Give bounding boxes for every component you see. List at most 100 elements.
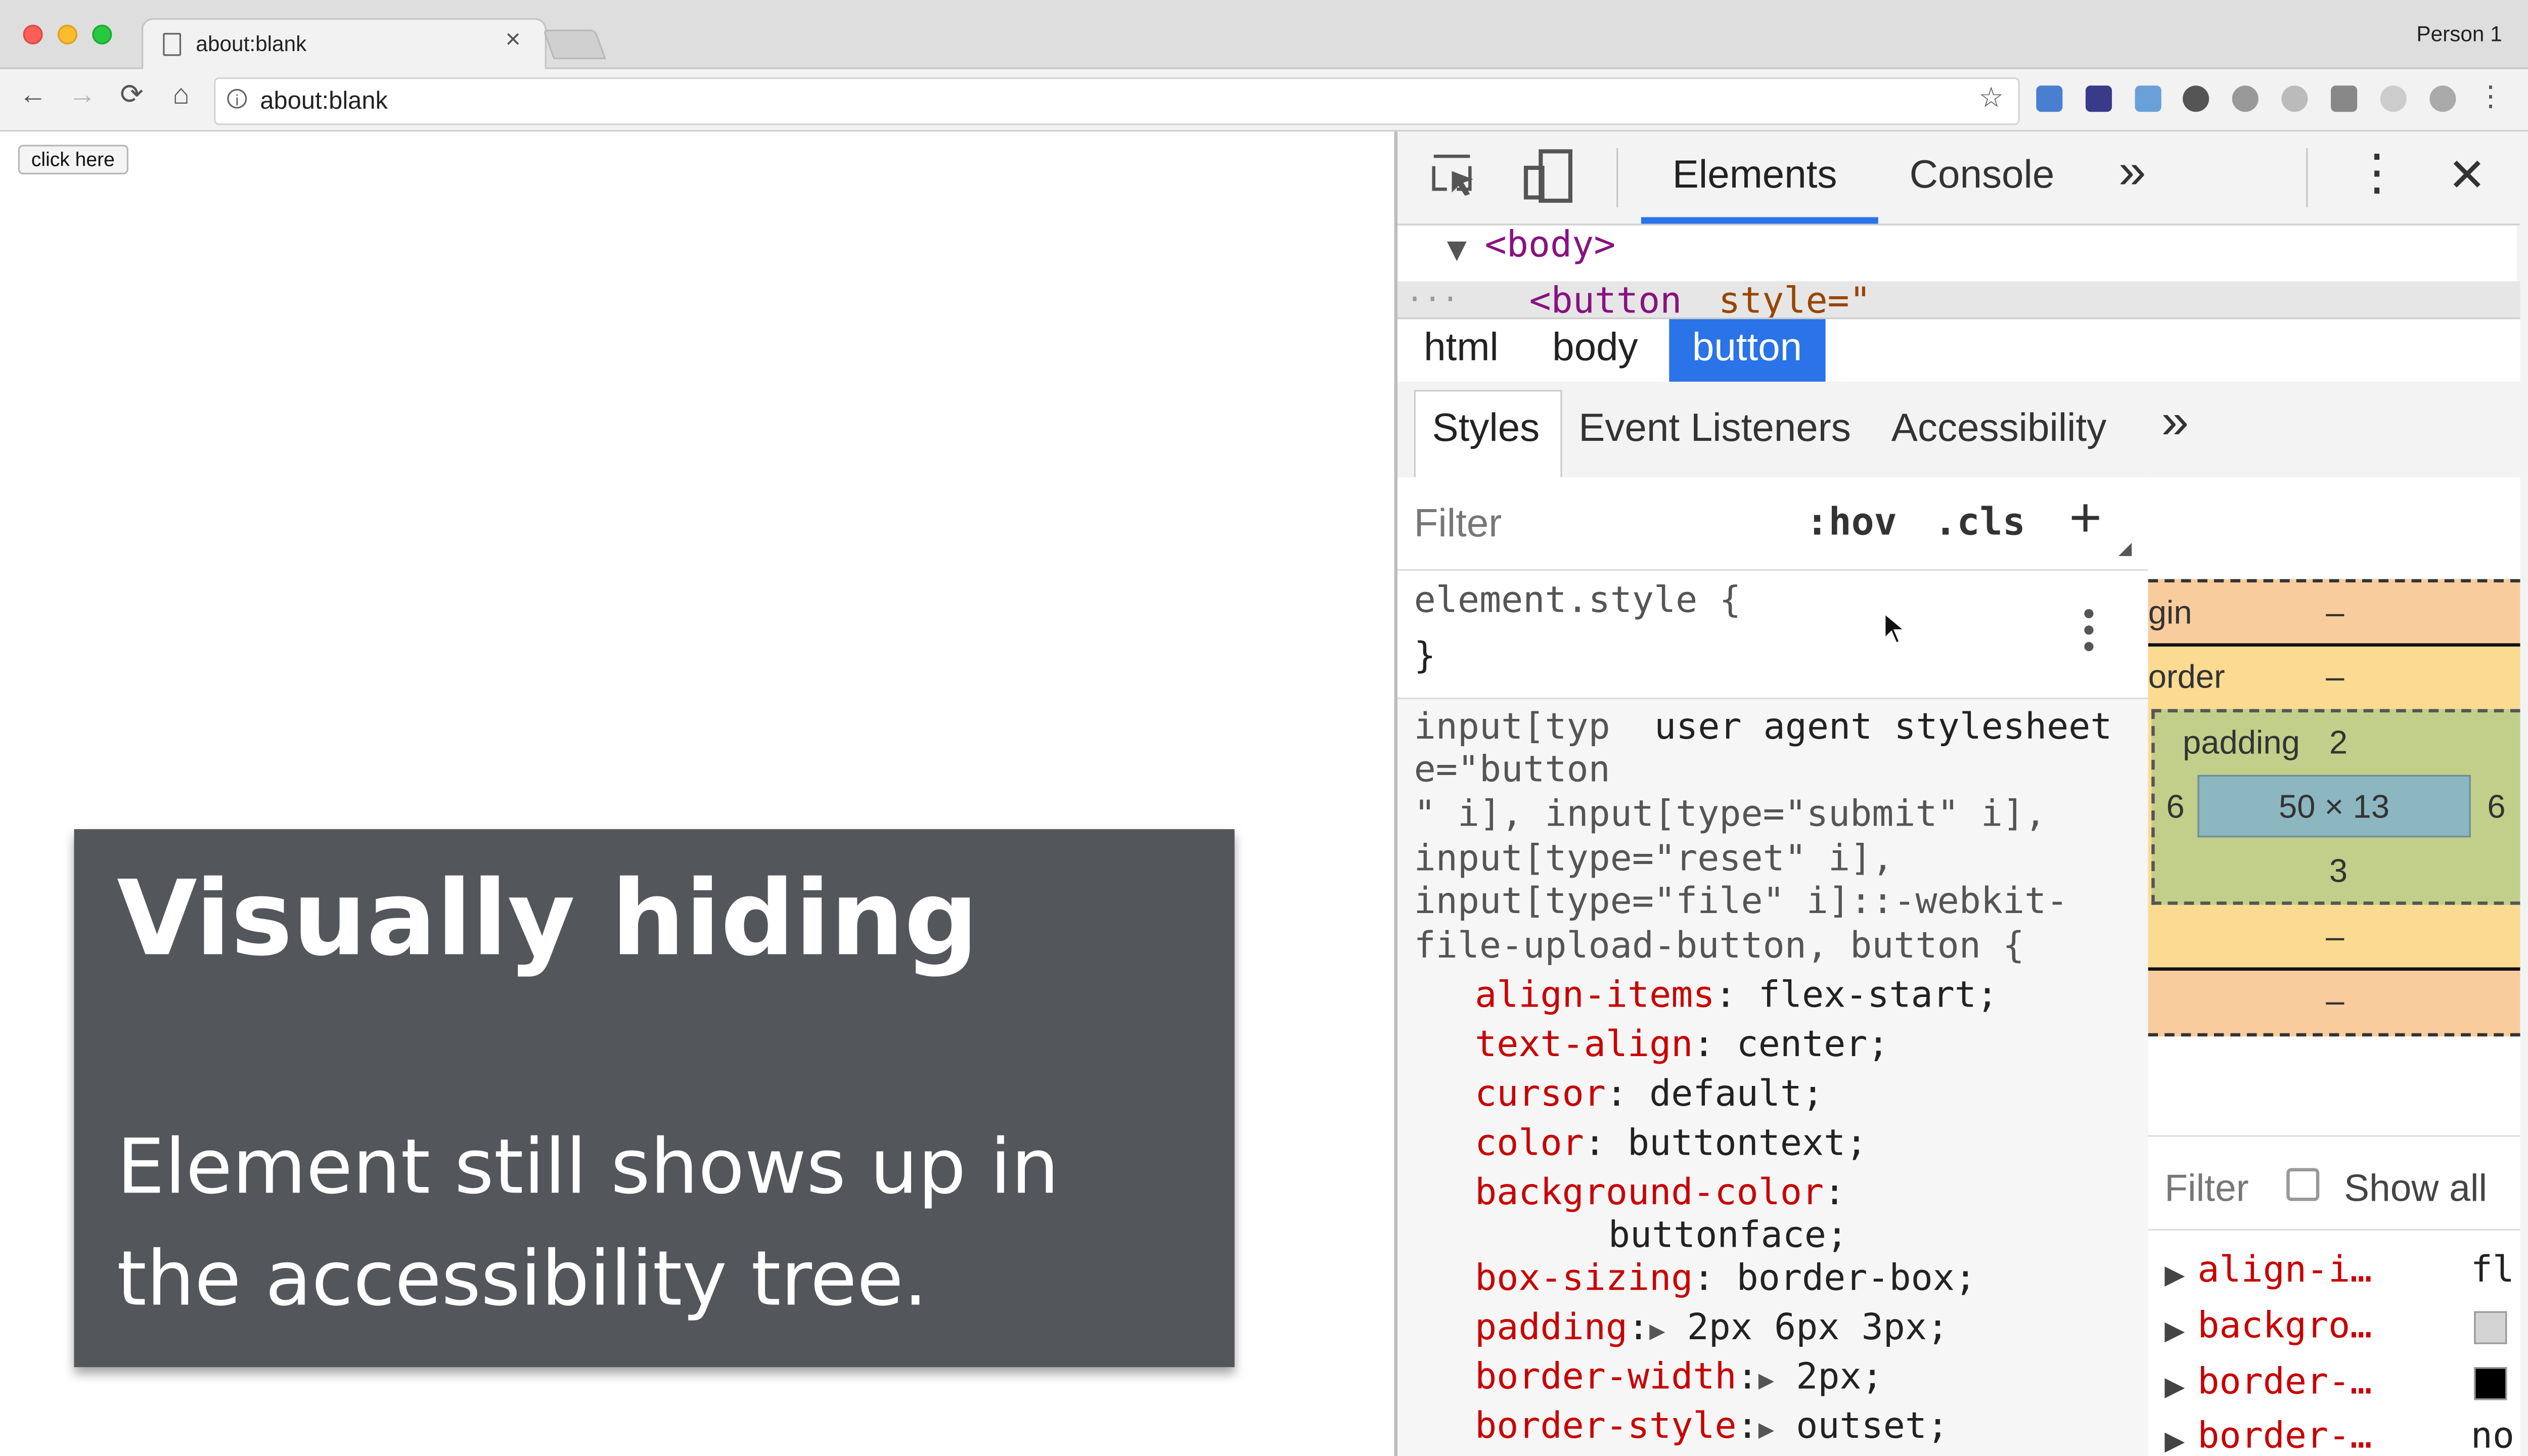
tab-console[interactable]: Console	[1910, 153, 2055, 199]
computed-filter-input[interactable]: Filter	[2164, 1166, 2248, 1211]
css-declaration[interactable]: box-sizing: border-box;	[1475, 1258, 1976, 1299]
rule-menu-icon[interactable]	[2084, 609, 2094, 655]
computed-value: no	[2470, 1416, 2515, 1456]
border-top-value: –	[2326, 659, 2344, 696]
puzzle-extension-icon[interactable]	[2232, 85, 2259, 112]
slide-body-line-2: the accessibility tree.	[117, 1234, 928, 1323]
tab-title: about:blank	[196, 31, 307, 56]
more-subtabs-icon[interactable]: »	[2161, 395, 2189, 451]
extension-icon[interactable]	[2085, 85, 2112, 112]
zoom-window-button[interactable]	[92, 24, 112, 44]
address-bar[interactable]: i about:blank ☆	[214, 77, 2020, 125]
close-devtools-icon[interactable]: ✕	[2448, 148, 2486, 202]
show-all-checkbox[interactable]	[2286, 1168, 2320, 1201]
padding-right-value: 6	[2487, 790, 2506, 826]
selector-line-4: input[type="reset" i],	[1414, 839, 1894, 880]
computed-property[interactable]: backgro…	[2197, 1306, 2372, 1347]
styles-filter-bar: Filter :hov .cls +	[1397, 477, 2148, 571]
dom-selected-row[interactable]: ... <button style="	[1397, 281, 2520, 318]
computed-property[interactable]: align-i…	[2197, 1250, 2372, 1291]
expand-shorthand-icon[interactable]: ▶	[1758, 1413, 1774, 1444]
css-declaration[interactable]: cursor: default;	[1475, 1074, 1824, 1115]
css-declaration[interactable]: padding:▶ 2px 6px 3px;	[1475, 1308, 1949, 1349]
selector-line-2: e="button	[1414, 750, 1610, 792]
slide-heading: Visually hiding	[117, 858, 979, 979]
close-window-button[interactable]	[23, 24, 43, 44]
class-toggle[interactable]: .cls	[1934, 502, 2025, 545]
computed-property[interactable]: border-…	[2197, 1362, 2372, 1403]
tab-close-icon[interactable]: ×	[505, 26, 520, 56]
breadcrumb-body[interactable]: body	[1529, 319, 1661, 382]
expand-triangle-icon[interactable]: ▶	[2164, 1258, 2185, 1291]
content-size: 50 × 13	[2279, 790, 2390, 826]
resize-corner-icon	[2118, 542, 2132, 556]
tab-elements[interactable]: Elements	[1673, 153, 1837, 199]
browser-tab[interactable]: about:blank ×	[141, 18, 547, 71]
computed-property[interactable]: border-…	[2197, 1417, 2372, 1456]
border-label: order	[2148, 659, 2225, 696]
expand-triangle-icon[interactable]: ▼	[1447, 229, 1467, 268]
extension-icon[interactable]	[2036, 85, 2063, 112]
selector-line-6: file-upload-button, button {	[1414, 926, 2025, 968]
profile-name[interactable]: Person 1	[2416, 21, 2502, 46]
padding-left-value: 6	[2166, 790, 2185, 826]
extension-icon[interactable]	[2380, 85, 2407, 112]
css-declaration[interactable]: border-width:▶ 2px;	[1475, 1357, 1883, 1398]
device-toolbar-icon[interactable]	[1521, 148, 1577, 204]
expand-triangle-icon[interactable]: ▶	[2164, 1371, 2185, 1403]
element-style-selector[interactable]: element.style {	[1414, 581, 1741, 622]
cloud-extension-icon[interactable]	[2429, 85, 2456, 112]
breadcrumb-html[interactable]: html	[1401, 319, 1522, 382]
margin-label: gin	[2148, 596, 2192, 632]
expand-shorthand-icon[interactable]: ▶	[1649, 1314, 1665, 1346]
home-icon[interactable]: ⌂	[165, 79, 198, 112]
expand-shorthand-icon[interactable]: ▶	[1758, 1364, 1774, 1395]
dom-body-node[interactable]: <body>	[1485, 225, 1616, 266]
color-swatch[interactable]	[2474, 1311, 2507, 1344]
browser-title-bar: about:blank × Person 1	[0, 0, 2528, 71]
more-tabs-icon[interactable]: »	[2118, 145, 2146, 201]
puzzle-extension-icon[interactable]	[2183, 85, 2209, 112]
element-style-close: }	[1414, 636, 1436, 678]
inspect-element-icon[interactable]	[1430, 151, 1480, 201]
devtools-panel: Elements Console » ⋮ ✕ ▼ <body> ... <but…	[1394, 131, 2520, 1456]
new-tab-button[interactable]	[543, 29, 606, 60]
click-here-button[interactable]: click here	[18, 145, 128, 174]
minimize-window-button[interactable]	[57, 24, 78, 44]
computed-value: fl	[2470, 1250, 2515, 1292]
css-declaration[interactable]: color: buttontext;	[1475, 1124, 1867, 1165]
padding-label: padding	[2183, 725, 2300, 762]
css-declaration[interactable]: border-style:▶ outset;	[1475, 1406, 1949, 1447]
slide-caption-overlay: Visually hiding Element still shows up i…	[74, 829, 1235, 1368]
dom-ellipsis[interactable]: ...	[1406, 281, 1459, 309]
chart-extension-icon[interactable]	[2135, 85, 2161, 112]
browser-menu-icon[interactable]: ⋮	[2474, 80, 2507, 113]
expand-triangle-icon[interactable]: ▶	[2164, 1425, 2185, 1456]
kebab-menu-icon[interactable]: ⋮	[2352, 145, 2402, 202]
styles-filter-input[interactable]: Filter	[1414, 502, 1502, 548]
rule-source: user agent stylesheet	[1654, 707, 2112, 749]
selector-line-1: input[typ	[1414, 707, 1610, 749]
css-value-continued: buttonface;	[1608, 1215, 1848, 1257]
hover-state-toggle[interactable]: :hov	[1806, 502, 1897, 545]
forward-icon[interactable]: →	[66, 79, 99, 112]
color-swatch[interactable]	[2474, 1367, 2507, 1400]
styles-subtab-bar: Styles Event Listeners Accessibility »	[1397, 381, 2520, 479]
expand-triangle-icon[interactable]: ▶	[2164, 1314, 2185, 1347]
css-declaration[interactable]: align-items: flex-start;	[1475, 976, 1998, 1017]
back-icon[interactable]: ←	[17, 79, 50, 112]
tab-accessibility[interactable]: Accessibility	[1891, 406, 2107, 452]
bookmark-star-icon[interactable]: ☆	[1978, 82, 2004, 115]
dom-button-node: <button	[1529, 281, 1682, 318]
info-icon[interactable]: i	[227, 88, 247, 109]
reload-icon[interactable]: ⟳	[115, 79, 148, 112]
slide-body-line-1: Element still shows up in	[117, 1122, 1059, 1211]
breadcrumb-button[interactable]: button	[1669, 319, 1825, 382]
tab-styles[interactable]: Styles	[1432, 406, 1540, 452]
extension-icon[interactable]	[2331, 85, 2358, 112]
add-rule-icon[interactable]: +	[2069, 487, 2102, 551]
gear-extension-icon[interactable]	[2281, 85, 2308, 112]
tab-event-listeners[interactable]: Event Listeners	[1578, 406, 1851, 452]
css-declaration[interactable]: background-color:	[1475, 1173, 1845, 1214]
css-declaration[interactable]: text-align: center;	[1475, 1025, 1889, 1066]
